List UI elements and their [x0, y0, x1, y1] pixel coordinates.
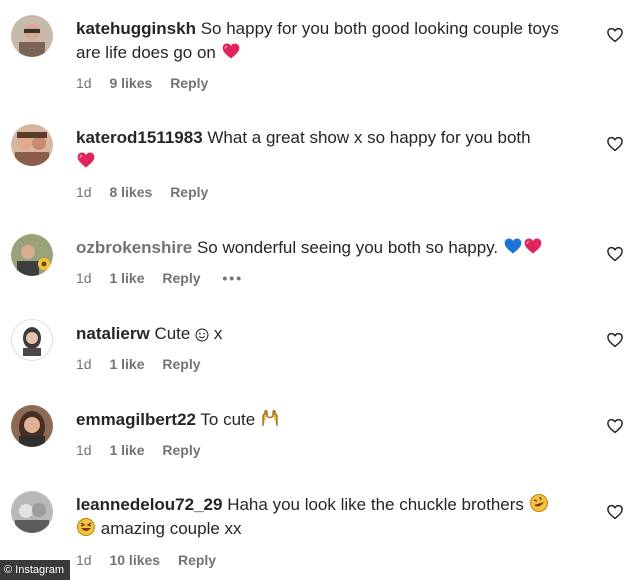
username[interactable]: katehugginskh — [76, 19, 196, 38]
likes-count[interactable]: 10 likes — [109, 552, 160, 568]
username[interactable]: natalierw — [76, 324, 150, 343]
comment-meta: 1d 10 likes Reply — [76, 552, 230, 568]
likes-count[interactable]: 1 like — [109, 356, 144, 372]
heart-outline-icon[interactable] — [606, 26, 624, 44]
reply-button[interactable]: Reply — [162, 270, 200, 286]
username[interactable]: emmagilbert22 — [76, 410, 196, 429]
heart-outline-icon[interactable] — [606, 135, 624, 153]
reply-button[interactable]: Reply — [170, 75, 208, 91]
reply-button[interactable]: Reply — [162, 442, 200, 458]
heart-outline-icon[interactable] — [606, 245, 624, 263]
timestamp: 1d — [76, 184, 92, 200]
likes-count[interactable]: 1 like — [109, 270, 144, 286]
reply-button[interactable]: Reply — [178, 552, 216, 568]
avatar[interactable] — [11, 15, 53, 57]
comment-meta: 1d 1 like Reply — [76, 356, 215, 372]
avatar[interactable] — [11, 319, 53, 361]
comment-meta: 1d 1 like Reply — [76, 442, 215, 458]
timestamp: 1d — [76, 270, 92, 286]
username[interactable]: ozbrokenshire — [76, 238, 192, 257]
username[interactable]: katerod1511983 — [76, 128, 203, 147]
comment-meta: 1d 1 like Reply ••• — [76, 270, 257, 286]
timestamp: 1d — [76, 442, 92, 458]
rolling-laughing-emoji — [529, 494, 548, 512]
comment-text: katehugginskh So happy for you both good… — [76, 19, 559, 62]
comment-text: katerod1511983 What a great show x so ha… — [76, 126, 576, 174]
timestamp: 1d — [76, 552, 92, 568]
comment-text: leannedelou72_29 Haha you look like the … — [76, 493, 576, 541]
avatar[interactable] — [11, 124, 53, 166]
likes-count[interactable]: 8 likes — [109, 184, 152, 200]
heart-outline-icon[interactable] — [606, 503, 624, 521]
comment-meta: 1d 8 likes Reply — [76, 184, 222, 200]
avatar[interactable] — [11, 234, 53, 276]
comment-text: emmagilbert22 To cute — [76, 408, 576, 432]
red-heart-emoji — [76, 150, 96, 170]
comment-meta: 1d 9 likes Reply — [76, 75, 222, 91]
avatar[interactable] — [11, 405, 53, 447]
comment-text: ozbrokenshire So wonderful seeing you bo… — [76, 236, 576, 260]
reply-button[interactable]: Reply — [170, 184, 208, 200]
more-options-icon[interactable]: ••• — [222, 270, 243, 286]
comment-text: natalierw Cute x — [76, 324, 223, 343]
heart-outline-icon[interactable] — [606, 331, 624, 349]
grinning-squinting-emoji — [77, 518, 95, 536]
timestamp: 1d — [76, 356, 92, 372]
raising-hands-emoji — [262, 410, 278, 426]
avatar[interactable] — [11, 491, 53, 533]
timestamp: 1d — [76, 75, 92, 91]
red-heart-emoji — [221, 41, 241, 61]
instagram-watermark: © Instagram — [0, 560, 71, 580]
smiling-face-emoji — [195, 328, 209, 342]
likes-count[interactable]: 9 likes — [109, 75, 152, 91]
blue-heart-emoji — [503, 236, 523, 256]
red-heart-emoji — [523, 236, 543, 256]
likes-count[interactable]: 1 like — [109, 442, 144, 458]
reply-button[interactable]: Reply — [162, 356, 200, 372]
username[interactable]: leannedelou72_29 — [76, 495, 222, 514]
heart-outline-icon[interactable] — [606, 417, 624, 435]
